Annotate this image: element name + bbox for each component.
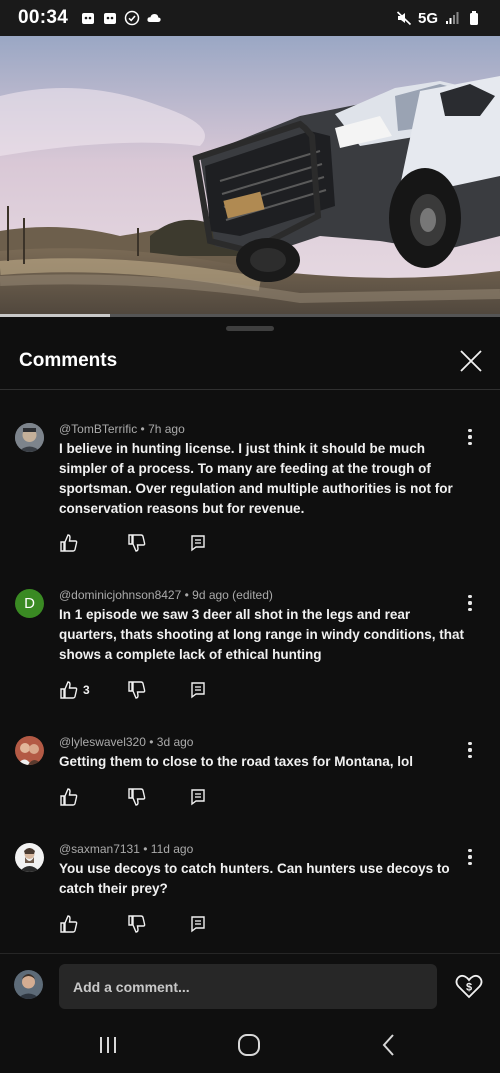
comment-meta: @TomBTerrific • 7h ago [59,422,185,436]
recent-apps-icon[interactable] [94,1031,122,1059]
cloud-icon [147,14,161,22]
notification-icon [104,13,117,24]
reply-icon [191,682,205,699]
signal-icon [446,12,459,24]
back-icon[interactable] [375,1031,403,1059]
comment-time: 9d ago (edited) [192,588,273,602]
comment-time: 3d ago [156,735,194,749]
system-nav-bar [0,1017,500,1073]
status-notification-icons [80,10,162,26]
like-button[interactable] [59,913,83,935]
thumbs-down-icon [128,534,146,552]
battery-icon [470,11,478,25]
comment-author[interactable]: @dominicjohnson8427 [59,588,181,602]
home-icon[interactable] [235,1031,263,1059]
more-options-button[interactable] [461,738,479,762]
more-options-button[interactable] [461,425,479,449]
dislike-button[interactable] [127,913,147,935]
video-player[interactable] [0,36,500,317]
super-thanks-symbol: $ [466,982,472,994]
notification-icon [82,13,95,24]
comment-meta: @lyleswavel320 • 3d ago [59,735,194,749]
status-bar: 00:34 5G [0,0,500,36]
like-button[interactable]: 3 [59,679,90,701]
avatar-photo [14,970,43,999]
comment-meta: @dominicjohnson8427 • 9d ago (edited) [59,588,273,602]
comment-actions [59,786,259,808]
avatar[interactable] [15,843,44,872]
reply-button[interactable] [189,913,207,935]
avatar-photo [15,736,44,765]
close-icon[interactable] [457,347,485,375]
thumbs-down-icon [128,681,146,699]
dislike-button[interactable] [127,532,147,554]
add-comment-input[interactable]: Add a comment... [59,964,437,1009]
sheet-title: Comments [19,350,118,371]
drag-handle[interactable] [226,326,274,331]
video-frame [0,36,500,317]
network-type: 5G [417,9,438,27]
more-options-button[interactable] [461,845,479,869]
like-count: 3 [83,683,90,697]
sheet-divider [0,389,500,390]
avatar-photo [15,843,44,872]
comment-actions [59,532,259,554]
status-right: 5G [396,10,482,27]
reply-icon [191,535,205,552]
avatar-photo [15,423,44,452]
comment-time: 11d ago [150,842,194,856]
comment-time: 7h ago [148,422,185,436]
reply-button[interactable] [189,786,207,808]
comment-composer: Add a comment... $ [0,953,500,1017]
comment-author[interactable]: @saxman7131 [59,842,140,856]
comment-text: Getting them to close to the road taxes … [59,754,414,769]
thumbs-down-icon [128,788,146,806]
avatar[interactable]: D [15,589,44,618]
thumbs-up-icon [60,534,78,552]
dislike-button[interactable] [127,786,147,808]
like-button[interactable] [59,786,83,808]
mute-icon [396,11,412,26]
thumbs-up-icon [60,681,78,699]
reply-icon [191,789,205,806]
comment-text: In 1 episode we saw 3 deer all shot in t… [59,607,465,662]
avatar[interactable] [15,736,44,765]
comments-sheet: Comments @TomBTerrific • 7h ago I believ… [0,317,500,1017]
heart-dollar-icon: $ [455,974,483,999]
comment-author[interactable]: @lyleswavel320 [59,735,146,749]
comment-text: You use decoys to catch hunters. Can hun… [59,861,450,896]
status-time: 00:34 [18,7,69,28]
thumbs-down-icon [128,915,146,933]
comment-text: I believe in hunting license. I just thi… [59,441,453,516]
comment-meta: @saxman7131 • 11d ago [59,842,194,856]
check-circle-icon [124,10,140,26]
reply-button[interactable] [189,532,207,554]
avatar-letter: D [24,595,35,612]
thumbs-up-icon [60,788,78,806]
more-options-button[interactable] [461,591,479,615]
comment-author[interactable]: @TomBTerrific [59,422,137,436]
super-thanks-button[interactable]: $ [454,971,484,1001]
dislike-button[interactable] [127,679,147,701]
comment-actions: 3 [59,679,259,701]
like-button[interactable] [59,532,83,554]
reply-icon [191,916,205,933]
comment-actions [59,913,259,935]
my-avatar [14,970,43,999]
avatar[interactable] [15,423,44,452]
thumbs-up-icon [60,915,78,933]
reply-button[interactable] [189,679,207,701]
